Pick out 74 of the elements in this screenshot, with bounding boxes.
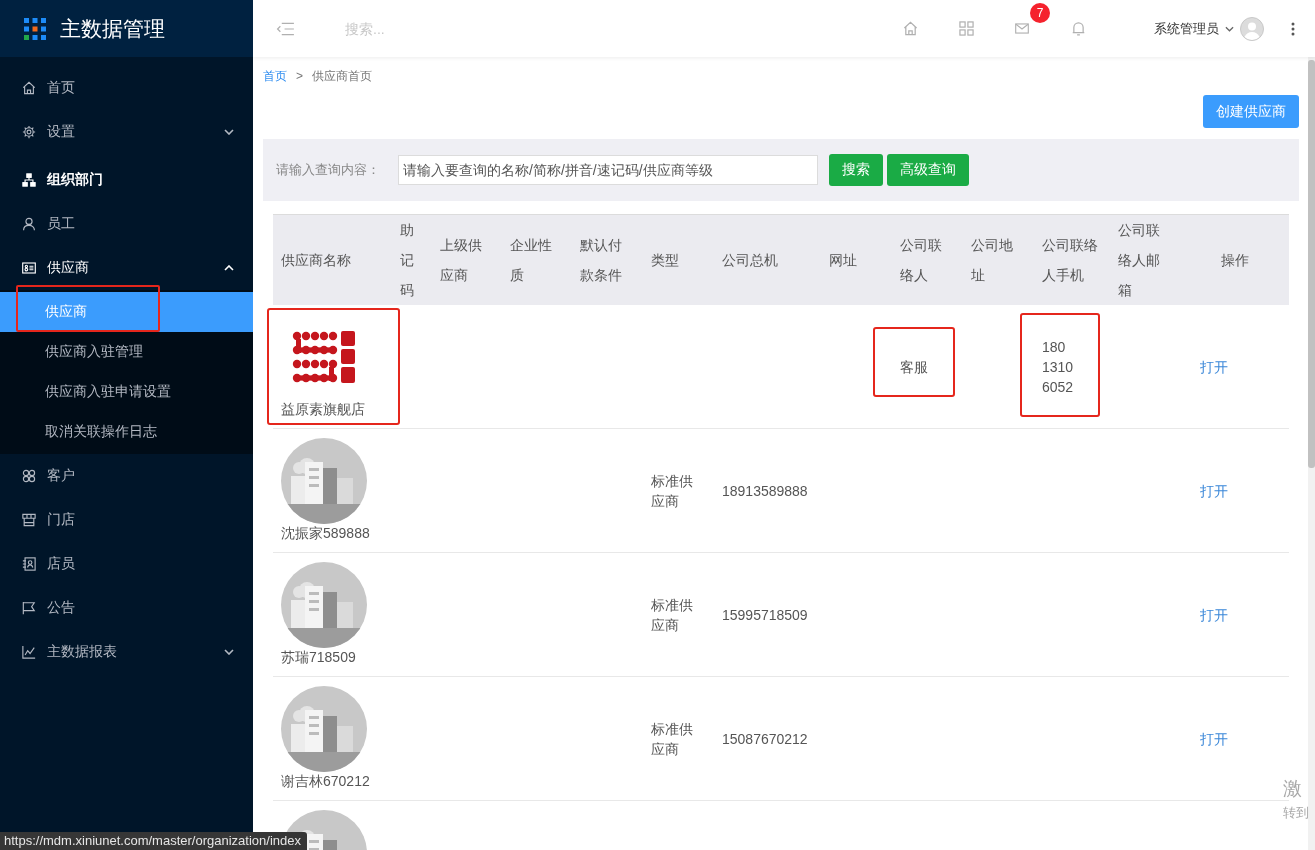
open-link[interactable]: 打开	[1200, 606, 1228, 623]
app-logo-icon	[24, 17, 46, 40]
column-header: 企业性质	[500, 214, 570, 305]
supplier-name: 沈振家589888	[281, 524, 371, 542]
open-link[interactable]: 打开	[1200, 482, 1228, 499]
supplier-type: 标准供应商	[651, 720, 693, 757]
logo-image	[292, 330, 356, 384]
breadcrumb-current: 供应商首页	[312, 68, 372, 85]
column-header: 公司联络人邮箱	[1108, 214, 1180, 305]
notification-badge: 7	[1030, 3, 1050, 23]
settings-icon	[22, 125, 36, 139]
breadcrumb-link[interactable]: 首页	[263, 67, 287, 85]
sidebar-item[interactable]: 主数据报表	[0, 630, 253, 674]
mobile-number: 180 1310 6052	[1042, 338, 1074, 395]
supplier-name: 益原素旗舰店	[281, 400, 366, 418]
phone-number: 15087670212	[722, 730, 808, 747]
supplier-type: 标准供应商	[651, 596, 693, 633]
column-header: 助记码	[390, 214, 430, 305]
store-icon	[22, 513, 36, 527]
query-field[interactable]: 请输入要查询的名称/简称/拼音/速记码/供应商等级	[398, 155, 818, 185]
sidebar-item[interactable]: 公告	[0, 586, 253, 630]
user-avatar-icon[interactable]	[1240, 16, 1264, 41]
status-url-text: https://mdm.xiniunet.com/master/organization/index	[0, 832, 307, 850]
column-header: 公司联络人手机	[1032, 214, 1108, 305]
column-header: 网址	[819, 214, 890, 305]
flag-icon	[22, 601, 36, 615]
column-header: 公司地址	[961, 214, 1032, 305]
chevron-down-icon	[1225, 25, 1234, 32]
sidebar-item[interactable]: 员工	[0, 202, 253, 246]
contact-name: 客服	[900, 358, 928, 375]
bell-icon[interactable]	[1071, 21, 1085, 36]
home-icon	[22, 81, 36, 95]
line-chart-icon	[22, 645, 36, 659]
person-icon	[22, 217, 36, 231]
open-link[interactable]: 打开	[1200, 730, 1228, 747]
contact-card-icon	[22, 557, 36, 571]
column-header: 公司总机	[712, 214, 819, 305]
column-header: 上级供应商	[430, 214, 500, 305]
grid-icon[interactable]	[958, 21, 974, 36]
sidebar-item[interactable]: 设置	[0, 110, 253, 154]
watermark-text: 转到	[1283, 804, 1309, 822]
search-label: 请输入查询内容：	[276, 161, 381, 179]
submenu-item[interactable]: 供应商入驻管理	[0, 332, 253, 372]
sidebar-item[interactable]: 客户	[0, 454, 253, 498]
supplier-name: 苏瑞718509	[281, 648, 357, 666]
watermark-title: 激	[1283, 777, 1303, 801]
phone-number: 15995718509	[722, 606, 808, 623]
supplier-name: 谢吉林670212	[281, 772, 371, 790]
home-icon[interactable]	[902, 21, 918, 36]
scrollbar-thumb[interactable]	[1308, 60, 1315, 468]
breadcrumb-separator: >	[296, 68, 303, 85]
supplier-type: 标准供应商	[651, 472, 693, 509]
column-header: 类型	[641, 214, 712, 305]
sidebar-item[interactable]: 供应商	[0, 246, 253, 290]
org-chart-icon	[22, 173, 36, 187]
app-title: 主数据管理	[60, 15, 165, 42]
phone-number: 18913589888	[722, 482, 808, 499]
people-icon	[22, 469, 36, 483]
column-header: 公司联络人	[890, 214, 961, 305]
mail-icon[interactable]	[1015, 23, 1029, 34]
user-name[interactable]: 系统管理员	[1154, 19, 1219, 38]
column-header: 供应商名称	[273, 214, 390, 305]
sidebar-item[interactable]: 店员	[0, 542, 253, 586]
submenu-item[interactable]: 取消关联操作日志	[0, 412, 253, 452]
sidebar-item[interactable]: 首页	[0, 66, 253, 110]
more-options-icon[interactable]	[1291, 21, 1295, 36]
submenu-item[interactable]: 供应商入驻申请设置	[0, 372, 253, 412]
id-card-icon	[22, 261, 36, 275]
open-link[interactable]: 打开	[1200, 358, 1228, 375]
collapse-menu-icon[interactable]	[276, 21, 295, 36]
column-header: 操作	[1180, 214, 1289, 305]
sidebar-item[interactable]: 组织部门	[0, 158, 253, 202]
sidebar-item[interactable]: 门店	[0, 498, 253, 542]
column-header: 默认付款条件	[570, 214, 641, 305]
